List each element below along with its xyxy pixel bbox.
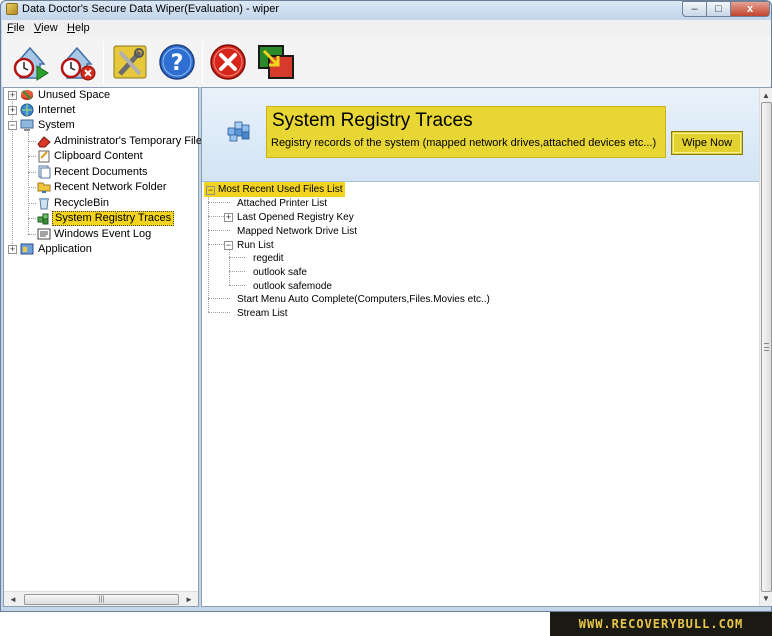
tree-item-label: System Registry Traces: [52, 211, 175, 226]
banner-heading-box: System Registry Traces Registry records …: [266, 106, 666, 158]
scroll-down-arrow-icon[interactable]: ▼: [760, 592, 772, 605]
tree-item-label: Unused Space: [38, 89, 111, 101]
registry-icon: [37, 213, 49, 225]
banner-title: System Registry Traces: [272, 110, 473, 131]
tree-item-recent-network-folder[interactable]: Recent Network Folder: [4, 180, 194, 195]
tree-item-label: Stream List: [237, 308, 288, 319]
window-title: Data Doctor's Secure Data Wiper(Evaluati…: [22, 3, 280, 15]
tree-item-clipboard[interactable]: Clipboard Content: [4, 149, 194, 164]
menu-view[interactable]: View: [34, 22, 58, 34]
banner-subtitle: Registry records of the system (mapped n…: [271, 137, 657, 149]
about-window-icon[interactable]: [256, 42, 296, 82]
minimize-button[interactable]: –: [682, 1, 707, 17]
tree-item-label: Start Menu Auto Complete(Computers,Files…: [237, 294, 490, 305]
tools-settings-icon[interactable]: [110, 42, 150, 82]
tree-item-label: System: [38, 119, 75, 131]
expand-plus-icon[interactable]: +: [224, 213, 233, 222]
category-banner: System Registry Traces Registry records …: [202, 88, 759, 182]
vertical-scrollbar[interactable]: ▲ ▼: [759, 88, 772, 606]
eraser-icon: [37, 136, 51, 148]
computer-icon: [20, 119, 34, 131]
tree-item-label: regedit: [253, 253, 284, 264]
collapse-minus-icon[interactable]: −: [206, 186, 215, 195]
expand-plus-icon[interactable]: +: [8, 91, 17, 100]
scroll-right-arrow-icon[interactable]: ►: [182, 593, 196, 606]
scroll-up-arrow-icon[interactable]: ▲: [760, 89, 772, 102]
expand-plus-icon[interactable]: +: [8, 245, 17, 254]
horizontal-scrollbar[interactable]: ◄ ||| ►: [4, 591, 198, 606]
scroll-thumb[interactable]: |||: [24, 594, 179, 605]
svg-text:?: ?: [171, 51, 184, 76]
tree-item-label: outlook safe: [253, 267, 307, 278]
menu-help[interactable]: Help: [67, 22, 90, 34]
menu-bar: File View Help: [2, 20, 771, 36]
event-log-icon: [37, 228, 51, 240]
tree-item-outlook-safe[interactable]: outlook safe: [202, 265, 502, 280]
help-question-icon[interactable]: ?: [157, 42, 197, 82]
wipe-now-button[interactable]: Wipe Now: [671, 131, 743, 155]
tree-item-label: Application: [38, 243, 92, 255]
details-panel: System Registry Traces Registry records …: [201, 87, 772, 607]
tree-item-system[interactable]: − System: [4, 118, 194, 133]
tree-item-regedit[interactable]: regedit: [202, 251, 502, 266]
tree-item-mapped-network-drive-list[interactable]: Mapped Network Drive List: [202, 224, 502, 239]
title-bar[interactable]: Data Doctor's Secure Data Wiper(Evaluati…: [1, 1, 771, 19]
tree-item-start-menu-auto-complete[interactable]: Start Menu Auto Complete(Computers,Files…: [202, 292, 502, 307]
tree-item-attached-printer-list[interactable]: Attached Printer List: [202, 196, 502, 211]
tree-item-recent-documents[interactable]: Recent Documents: [4, 165, 194, 180]
exit-red-x-icon[interactable]: [208, 42, 248, 82]
toolbar-separator: [103, 42, 104, 84]
stop-wipe-clock-icon[interactable]: [57, 42, 97, 82]
tree-item-recycle-bin[interactable]: RecycleBin: [4, 196, 194, 211]
tree-item-label: Mapped Network Drive List: [237, 226, 358, 237]
close-button[interactable]: x: [730, 1, 770, 17]
app-window: Data Doctor's Secure Data Wiper(Evaluati…: [0, 0, 772, 612]
tree-item-label: Last Opened Registry Key: [237, 212, 354, 223]
tree-item-label: Windows Event Log: [54, 228, 152, 240]
tree-item-system-registry-traces[interactable]: System Registry Traces: [4, 211, 194, 226]
toolbar: ?: [2, 36, 771, 88]
tree-item-unused-space[interactable]: + Unused Space: [4, 88, 194, 103]
tree-item-label: Administrator's Temporary Files: [54, 135, 208, 147]
tree-item-label: Clipboard Content: [54, 150, 143, 162]
tree-item-most-recent-used-files[interactable]: − Most Recent Used Files List: [202, 182, 502, 197]
tree-item-label: Internet: [38, 104, 76, 116]
collapse-minus-icon[interactable]: −: [8, 121, 17, 130]
app-icon: [6, 3, 18, 15]
scroll-grip: [764, 343, 769, 351]
tree-item-label: RecycleBin: [54, 197, 110, 209]
tree-item-windows-event-log[interactable]: Windows Event Log: [4, 227, 194, 242]
tree-item-label: Recent Network Folder: [54, 181, 167, 193]
category-tree-panel: + Unused Space + Internet − System Admin…: [3, 87, 208, 607]
tree-item-label: Recent Documents: [54, 166, 148, 178]
documents-icon: [38, 165, 51, 179]
website-watermark: WWW.RECOVERYBULL.COM: [550, 612, 772, 636]
menu-file[interactable]: File: [7, 22, 25, 34]
scroll-thumb[interactable]: [761, 102, 772, 592]
disk-cleanup-icon: [21, 90, 33, 100]
tree-item-internet[interactable]: + Internet: [4, 103, 194, 118]
clipboard-icon: [38, 150, 50, 163]
start-wipe-clock-icon[interactable]: [10, 42, 50, 82]
application-icon: [20, 243, 34, 255]
tree-item-label: Attached Printer List: [237, 198, 328, 209]
network-folder-icon: [37, 182, 51, 193]
toolbar-separator: [202, 42, 203, 84]
maximize-button[interactable]: □: [706, 1, 731, 17]
expand-plus-icon[interactable]: +: [8, 106, 17, 115]
registry-cubes-icon: [227, 121, 250, 142]
tree-item-last-opened-registry-key[interactable]: + Last Opened Registry Key: [202, 210, 502, 225]
tree-item-application[interactable]: + Application: [4, 242, 194, 257]
collapse-minus-icon[interactable]: −: [224, 241, 233, 250]
tree-item-stream-list[interactable]: Stream List: [202, 306, 502, 321]
tree-item-admin-temp-files[interactable]: Administrator's Temporary Files: [4, 134, 208, 149]
scroll-left-arrow-icon[interactable]: ◄: [6, 593, 20, 606]
recycle-bin-icon: [39, 198, 49, 210]
tree-item-label: Most Recent Used Files List: [218, 184, 343, 195]
globe-icon: [20, 103, 34, 117]
